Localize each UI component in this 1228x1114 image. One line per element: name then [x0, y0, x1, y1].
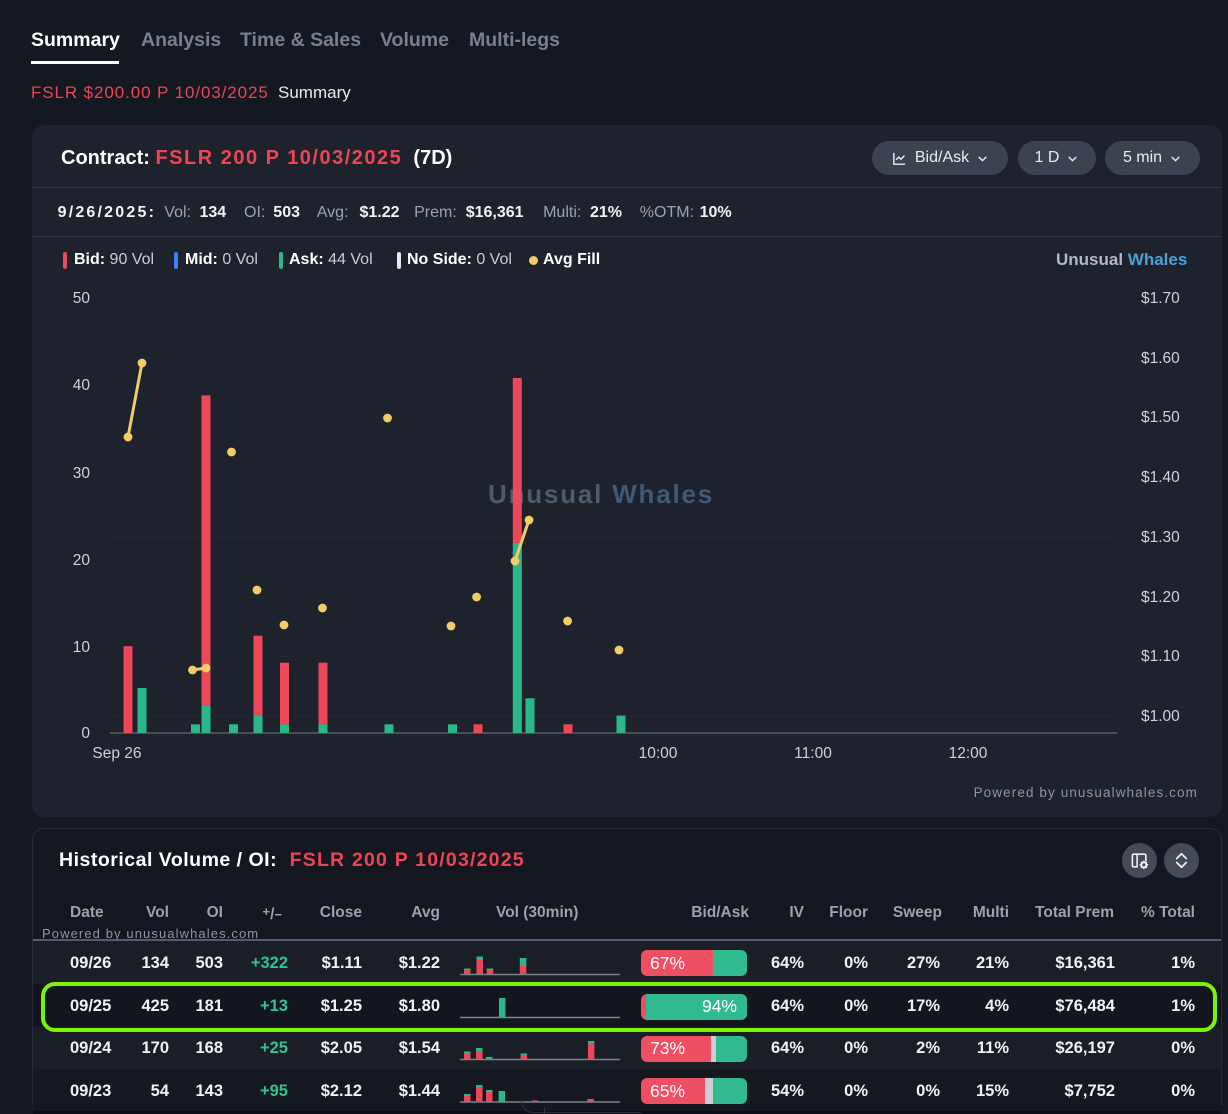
- svg-text:40: 40: [73, 377, 91, 394]
- svg-text:20: 20: [73, 552, 91, 569]
- svg-text:Powered by unusualwhales.com: Powered by unusualwhales.com: [974, 785, 1198, 800]
- svg-text:$1.50: $1.50: [1141, 409, 1180, 426]
- svg-text:0: 0: [81, 725, 90, 742]
- svg-text:$1.20: $1.20: [1141, 589, 1180, 606]
- svg-text:$1.70: $1.70: [1141, 290, 1180, 307]
- svg-text:Unusual Whales: Unusual Whales: [488, 479, 714, 509]
- svg-text:$1.40: $1.40: [1141, 469, 1180, 486]
- svg-text:10: 10: [73, 639, 91, 656]
- svg-text:11:00: 11:00: [794, 745, 832, 762]
- svg-text:10:00: 10:00: [639, 745, 678, 762]
- svg-text:30: 30: [73, 465, 91, 482]
- svg-text:$1.30: $1.30: [1141, 529, 1180, 546]
- svg-text:$1.10: $1.10: [1141, 648, 1180, 665]
- svg-text:$1.60: $1.60: [1141, 350, 1180, 367]
- svg-text:$1.00: $1.00: [1141, 708, 1180, 725]
- svg-text:Sep 26: Sep 26: [92, 745, 141, 762]
- svg-text:12:00: 12:00: [949, 745, 988, 762]
- svg-text:50: 50: [73, 290, 91, 307]
